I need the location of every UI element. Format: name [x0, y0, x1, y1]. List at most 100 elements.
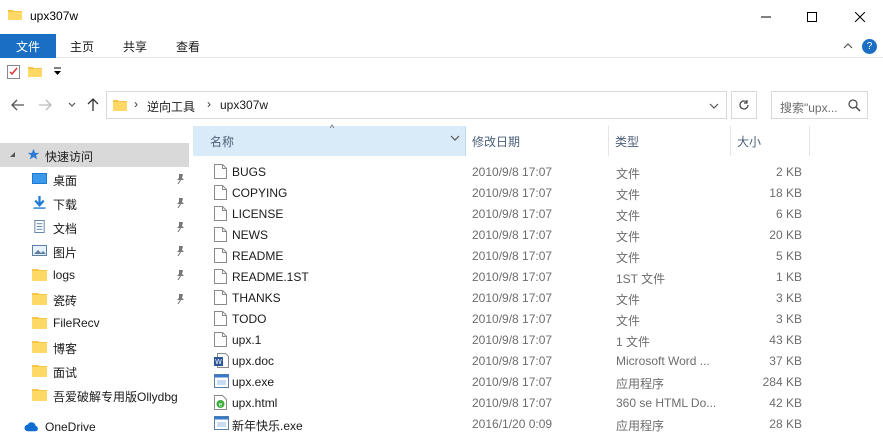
sidebar-item-blog[interactable]: 博客	[0, 335, 192, 359]
sidebar-item-label: 图片	[53, 246, 78, 260]
column-header-size[interactable]: 大小	[731, 126, 810, 156]
file-icon	[214, 332, 227, 347]
tab-home[interactable]: 主页	[70, 34, 94, 58]
file-size: 18 KB	[769, 186, 802, 200]
address-history-button[interactable]	[706, 98, 722, 114]
close-icon	[855, 12, 865, 22]
pin-icon[interactable]	[176, 246, 185, 256]
refresh-icon	[739, 100, 749, 110]
sidebar-item-label: 瓷砖	[53, 294, 78, 308]
file-date: 2010/9/8 17:07	[472, 186, 553, 200]
table-row[interactable]: TODO 2010/9/8 17:07 文件 3 KB	[193, 308, 883, 329]
file-type: 文件	[616, 188, 641, 202]
quick-access-toolbar	[0, 58, 883, 86]
file-size: 2 KB	[775, 165, 802, 179]
file-icon	[214, 206, 227, 221]
column-header-name[interactable]: ^ 名称	[193, 123, 466, 156]
table-row[interactable]: README.1ST 2010/9/8 17:07 1ST 文件 1 KB	[193, 266, 883, 287]
column-header-label: 大小	[737, 134, 762, 149]
search-input[interactable]: 搜索"upx...	[771, 91, 868, 119]
star-icon	[27, 148, 40, 160]
customize-toolbar-icon[interactable]	[53, 65, 62, 77]
chevron-right-icon[interactable]: ›	[134, 97, 138, 111]
chevron-down-icon[interactable]	[450, 135, 460, 141]
file-name: upx.doc	[232, 354, 275, 368]
sidebar-item-filerecv[interactable]: FileRecv	[0, 311, 192, 335]
file-name: README	[232, 249, 284, 263]
properties-icon[interactable]	[7, 65, 20, 79]
forward-button[interactable]	[36, 96, 54, 114]
navigation-bar: › 逆向工具 › upx307w 搜索"upx...	[0, 86, 883, 126]
address-bar[interactable]: › 逆向工具 › upx307w	[106, 91, 727, 119]
arrow-up-icon	[87, 98, 99, 111]
file-name: upx.html	[232, 396, 278, 410]
chevron-down-icon[interactable]	[9, 151, 17, 159]
file-size: 37 KB	[769, 354, 802, 368]
pin-icon[interactable]	[176, 294, 185, 304]
sidebar-item-documents[interactable]: 文档	[0, 215, 192, 239]
back-button[interactable]	[9, 96, 27, 114]
table-row[interactable]: COPYING 2010/9/8 17:07 文件 18 KB	[193, 182, 883, 203]
sidebar-item-tiles[interactable]: 瓷砖	[0, 287, 192, 311]
file-type: 360 se HTML Do...	[616, 396, 717, 410]
column-header-label: 类型	[615, 134, 640, 149]
help-icon[interactable]: ?	[862, 39, 877, 54]
sidebar-item-downloads[interactable]: 下载	[0, 191, 192, 215]
file-name: LICENSE	[232, 207, 284, 221]
sidebar-item-quick-access[interactable]: 快速访问	[0, 143, 189, 167]
file-date: 2010/9/8 17:07	[472, 228, 553, 242]
pin-icon[interactable]	[176, 174, 185, 184]
table-row[interactable]: THANKS 2010/9/8 17:07 文件 3 KB	[193, 287, 883, 308]
maximize-button[interactable]	[789, 0, 835, 34]
table-row[interactable]: Wupx.doc 2010/9/8 17:07 Microsoft Word ...…	[193, 350, 883, 371]
tab-share[interactable]: 共享	[123, 34, 147, 58]
sidebar-item-label: 吾爱破解专用版Ollydbg	[53, 390, 178, 404]
table-row[interactable]: 新年快乐.exe 2016/1/20 0:09 应用程序 28 KB	[193, 413, 883, 434]
breadcrumb-item[interactable]: upx307w	[220, 98, 268, 112]
pin-icon[interactable]	[176, 222, 185, 232]
table-row[interactable]: upx.exe 2010/9/8 17:07 应用程序 284 KB	[193, 371, 883, 392]
file-name: COPYING	[232, 186, 288, 200]
breadcrumb-item[interactable]: 逆向工具	[147, 98, 195, 115]
sidebar-item-ollydbg[interactable]: 吾爱破解专用版Ollydbg	[0, 383, 192, 407]
chevron-right-icon[interactable]: ›	[207, 97, 211, 111]
tab-file[interactable]: 文件	[0, 34, 56, 58]
file-icon	[214, 269, 227, 284]
recent-locations-button[interactable]	[63, 96, 81, 114]
file-icon	[214, 164, 227, 179]
file-date: 2010/9/8 17:07	[472, 165, 553, 179]
table-row[interactable]: upx.1 2010/9/8 17:07 1 文件 43 KB	[193, 329, 883, 350]
file-type: 文件	[616, 251, 641, 265]
column-header-label: 修改日期	[472, 134, 521, 149]
table-row[interactable]: BUGS 2010/9/8 17:07 文件 2 KB	[193, 161, 883, 182]
close-button[interactable]	[837, 0, 883, 34]
up-button[interactable]	[84, 96, 102, 114]
pin-icon[interactable]	[176, 270, 185, 280]
sidebar-item-label: 快速访问	[45, 150, 94, 164]
new-folder-icon[interactable]	[28, 66, 42, 77]
sidebar-item-pictures[interactable]: 图片	[0, 239, 192, 263]
refresh-button[interactable]	[731, 91, 757, 119]
sidebar-item-interview[interactable]: 面试	[0, 359, 192, 383]
sidebar-item-onedrive[interactable]: OneDrive	[0, 415, 192, 436]
download-icon	[33, 196, 46, 209]
column-header-date[interactable]: 修改日期	[466, 126, 609, 156]
table-row[interactable]: e upx.html 2010/9/8 17:07 360 se HTML Do...…	[193, 392, 883, 413]
file-type: 应用程序	[616, 419, 665, 433]
file-list: ^ 名称 修改日期 类型 大小 BUGS 2010/9/8 17:07 文件 2 KB…	[193, 123, 883, 436]
minimize-button[interactable]	[743, 0, 789, 34]
table-row[interactable]: LICENSE 2010/9/8 17:07 文件 6 KB	[193, 203, 883, 224]
table-row[interactable]: README 2010/9/8 17:07 文件 5 KB	[193, 245, 883, 266]
folder-icon	[32, 317, 47, 329]
pin-icon[interactable]	[176, 198, 185, 208]
tab-view[interactable]: 查看	[176, 34, 200, 58]
ribbon-expand-icon[interactable]	[842, 40, 854, 52]
table-row[interactable]: NEWS 2010/9/8 17:07 文件 20 KB	[193, 224, 883, 245]
file-type: 1ST 文件	[616, 272, 666, 286]
picture-icon	[32, 245, 47, 256]
file-date: 2010/9/8 17:07	[472, 312, 553, 326]
column-header-type[interactable]: 类型	[609, 126, 731, 156]
file-size: 20 KB	[769, 228, 802, 242]
sidebar-item-desktop[interactable]: 桌面	[0, 167, 192, 191]
sidebar-item-logs[interactable]: logs	[0, 263, 192, 287]
